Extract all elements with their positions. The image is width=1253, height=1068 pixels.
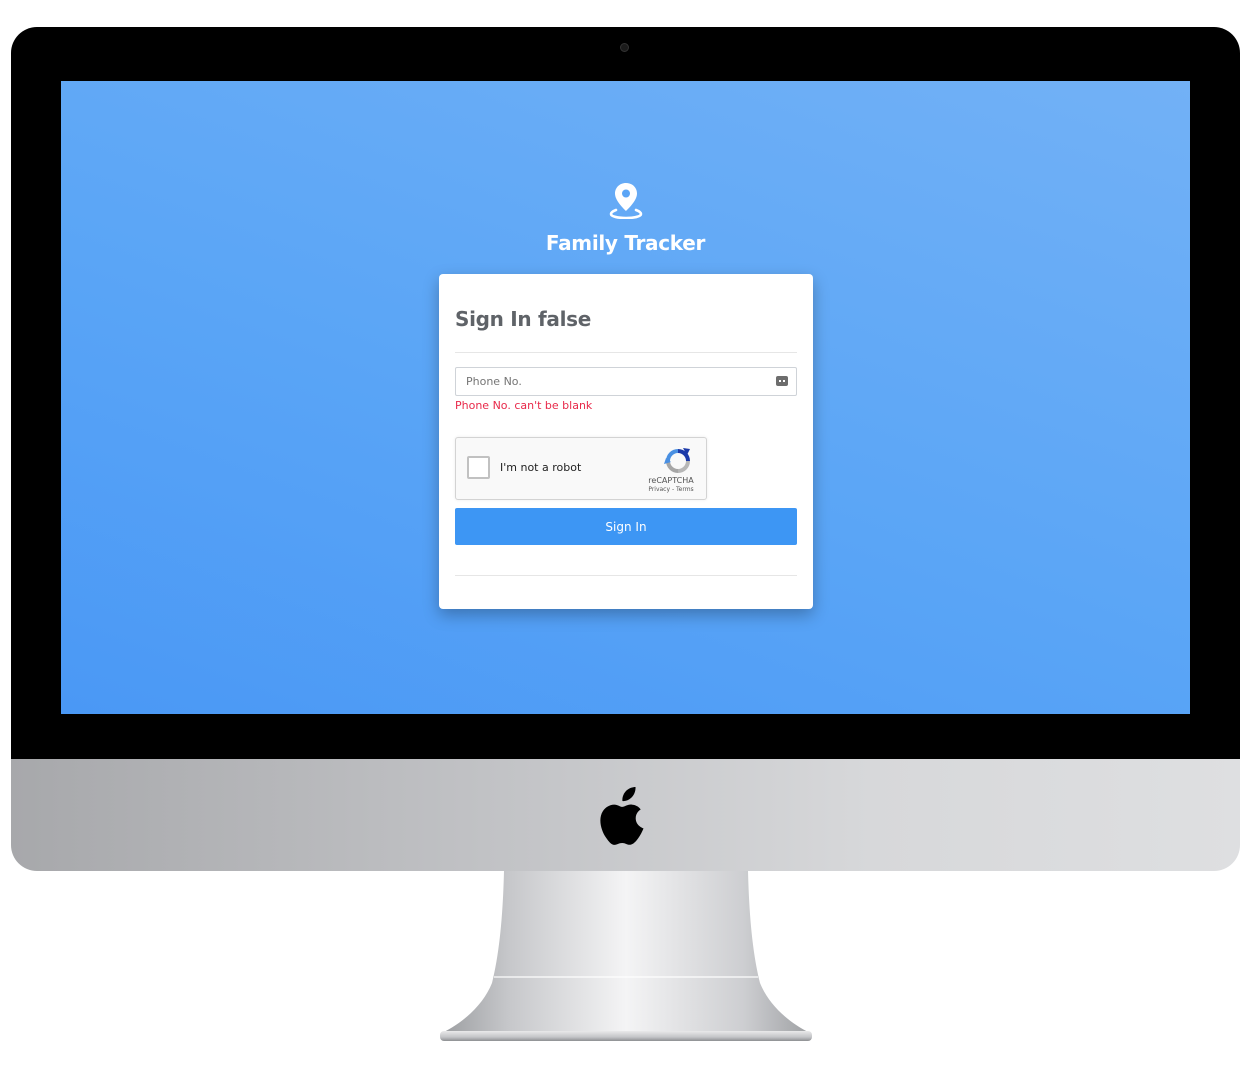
recaptcha-logo-icon bbox=[664, 448, 690, 473]
recaptcha-brand: reCAPTCHA bbox=[648, 476, 694, 485]
app-title: Family Tracker bbox=[545, 231, 706, 255]
recaptcha-label: I'm not a robot bbox=[500, 461, 582, 474]
imac-mockup: Family Tracker Sign In false Phone No. c… bbox=[0, 0, 1253, 1068]
screen: Family Tracker Sign In false Phone No. c… bbox=[61, 81, 1190, 714]
map-pin-icon bbox=[609, 183, 642, 219]
phone-input[interactable] bbox=[456, 368, 796, 395]
monitor-stand bbox=[440, 871, 812, 1041]
brand-header: Family Tracker bbox=[61, 181, 1190, 255]
recaptcha-privacy-terms-links[interactable]: Privacy - Terms bbox=[646, 486, 696, 493]
signin-card: Sign In false Phone No. can't be blank I… bbox=[439, 274, 813, 609]
phone-field bbox=[455, 367, 797, 396]
signin-button[interactable]: Sign In bbox=[455, 508, 797, 545]
phone-error-message: Phone No. can't be blank bbox=[455, 399, 593, 412]
signin-title: Sign In false bbox=[455, 307, 592, 331]
recaptcha-checkbox[interactable] bbox=[467, 456, 490, 479]
apple-logo-icon bbox=[600, 787, 644, 845]
autofill-key-icon[interactable] bbox=[776, 376, 788, 386]
divider bbox=[455, 575, 797, 576]
divider bbox=[455, 352, 797, 353]
recaptcha-widget: I'm not a robot reCAPTCHA Privacy - Term… bbox=[455, 437, 707, 500]
camera-icon bbox=[620, 43, 629, 52]
